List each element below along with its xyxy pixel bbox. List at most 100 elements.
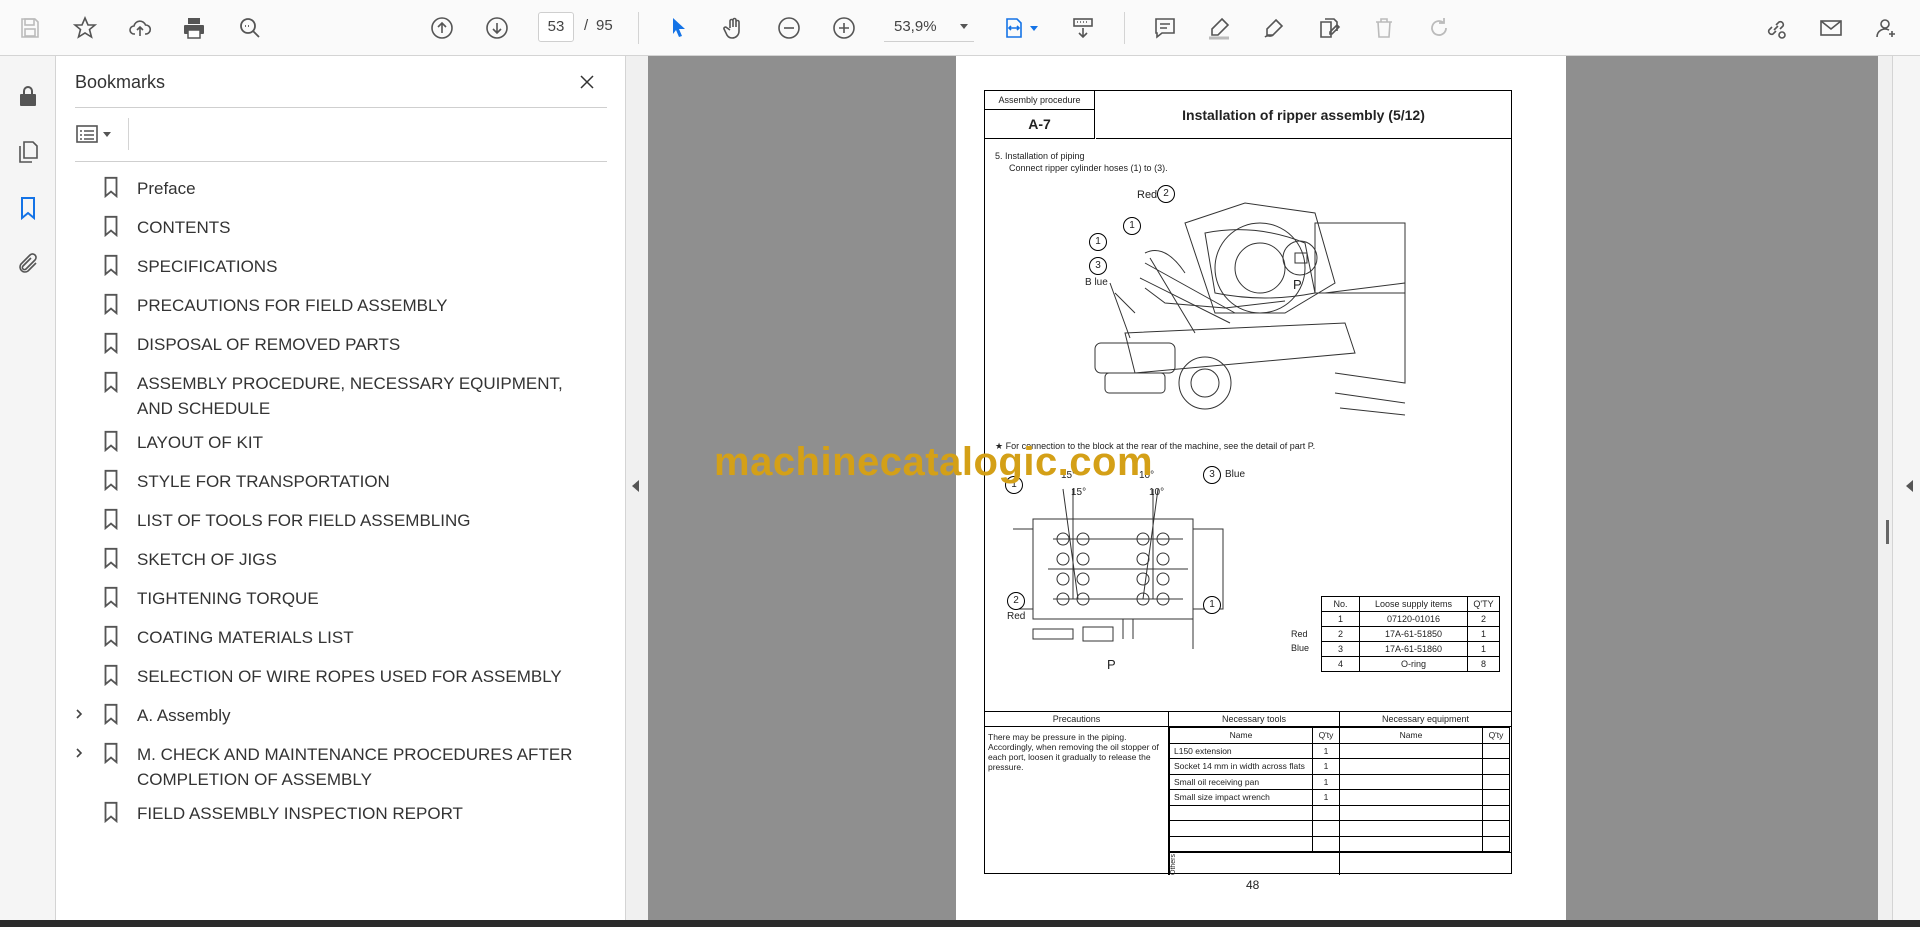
callout-2: 2 xyxy=(1007,592,1025,610)
vertical-scrollbar[interactable] xyxy=(1878,56,1892,920)
bookmark-icon xyxy=(100,664,122,687)
bookmark-label: STYLE FOR TRANSPORTATION xyxy=(137,472,390,491)
figure-label-blue: Blue xyxy=(1225,469,1246,480)
draw-signature-icon[interactable] xyxy=(1256,10,1292,46)
callout-3: 3 xyxy=(1203,466,1221,484)
header-procedure-cell: Assembly procedure A-7 xyxy=(985,91,1095,139)
list-options-icon xyxy=(76,125,98,143)
figure-label-p: P xyxy=(1293,277,1302,292)
bookmark-item[interactable]: LAYOUT OF KIT xyxy=(56,421,626,460)
page-separator: / xyxy=(584,17,589,34)
table-cell: 17A-61-51860 xyxy=(1359,641,1468,657)
attachment-icon[interactable] xyxy=(10,246,46,282)
highlighter-icon[interactable] xyxy=(1201,10,1237,46)
redo-icon[interactable] xyxy=(1421,10,1457,46)
collapse-left-panel-icon[interactable] xyxy=(632,480,639,492)
table-header-row: Name Q'ty Name Q'ty xyxy=(1169,727,1510,744)
bookmarks-panel: Bookmarks Preface CONTENTS SPECIFICATIONS P… xyxy=(56,56,626,920)
hand-tool-icon[interactable] xyxy=(716,10,752,46)
page-thumbnails-icon[interactable] xyxy=(10,134,46,170)
bookmark-label: LIST OF TOOLS FOR FIELD ASSEMBLING xyxy=(137,511,471,530)
bookmark-item[interactable]: SELECTION OF WIRE ROPES USED FOR ASSEMBL… xyxy=(56,655,626,694)
bookmark-item[interactable]: COATING MATERIALS LIST xyxy=(56,616,626,655)
callout-1: 1 xyxy=(1089,233,1107,251)
bookmark-item[interactable]: Preface xyxy=(56,167,626,206)
close-icon[interactable] xyxy=(573,68,601,96)
table-row: 2 17A-61-51850 1 xyxy=(1321,626,1500,642)
table-cell: 1 xyxy=(1312,789,1340,806)
chevron-right-icon[interactable] xyxy=(68,742,90,764)
bookmark-icon xyxy=(100,801,122,824)
figure-label-red: Red xyxy=(1007,611,1026,622)
bookmark-options-button[interactable] xyxy=(75,120,119,148)
print-icon[interactable] xyxy=(176,10,212,46)
edit-document-icon[interactable] xyxy=(1311,10,1347,46)
select-cursor-icon[interactable] xyxy=(661,10,697,46)
zoom-in-icon[interactable] xyxy=(826,10,862,46)
header-title: Installation of ripper assembly (5/12) xyxy=(1096,91,1511,139)
zoom-out-icon[interactable] xyxy=(771,10,807,46)
bookmark-item[interactable]: A. Assembly xyxy=(56,694,626,733)
delete-icon[interactable] xyxy=(1366,10,1402,46)
bookmark-item[interactable]: CONTENTS xyxy=(56,206,626,245)
fit-page-icon[interactable] xyxy=(996,10,1044,46)
star-icon[interactable] xyxy=(67,10,103,46)
previous-page-icon[interactable] xyxy=(424,10,460,46)
bookmark-item[interactable]: DISPOSAL OF REMOVED PARTS xyxy=(56,323,626,362)
angle-label: 15° xyxy=(1071,487,1087,498)
save-icon[interactable] xyxy=(12,10,48,46)
page-number-input[interactable]: 53 xyxy=(538,12,574,42)
table-header: Loose supply items xyxy=(1359,596,1468,612)
bookmark-item[interactable]: SKETCH OF JIGS xyxy=(56,538,626,577)
table-cell xyxy=(1482,773,1510,790)
table-cell xyxy=(1482,804,1510,821)
table-cell xyxy=(1339,820,1483,837)
upload-cloud-icon[interactable] xyxy=(122,10,158,46)
bookmark-icon xyxy=(100,469,122,492)
bookmark-item[interactable]: LIST OF TOOLS FOR FIELD ASSEMBLING xyxy=(56,499,626,538)
bookmark-item[interactable]: SPECIFICATIONS xyxy=(56,245,626,284)
bookmark-item[interactable]: ASSEMBLY PROCEDURE, NECESSARY EQUIPMENT,… xyxy=(56,362,626,421)
chevron-right-icon[interactable] xyxy=(68,703,90,725)
bookmark-item[interactable]: FIELD ASSEMBLY INSPECTION REPORT xyxy=(56,792,626,831)
comment-icon[interactable] xyxy=(1147,10,1183,46)
bookmark-label: Preface xyxy=(137,179,196,198)
email-icon[interactable] xyxy=(1813,10,1849,46)
scrollbar-thumb[interactable] xyxy=(1886,520,1889,544)
table-row xyxy=(1169,804,1510,821)
callout-1: 1 xyxy=(1203,596,1221,614)
bookmark-label: ASSEMBLY PROCEDURE, NECESSARY EQUIPMENT,… xyxy=(137,374,563,418)
figure-label-p: P xyxy=(1107,657,1116,672)
chevron-down-icon xyxy=(960,24,968,29)
table-row: Socket 14 mm in width across flats 1 xyxy=(1169,758,1510,775)
scroll-mode-icon[interactable] xyxy=(1065,10,1101,46)
share-link-icon[interactable] xyxy=(1758,10,1794,46)
bookmark-icon xyxy=(100,430,122,453)
expand-right-panel-icon[interactable] xyxy=(1906,480,1913,492)
bookmark-item[interactable]: M. CHECK AND MAINTENANCE PROCEDURES AFTE… xyxy=(56,733,626,792)
bookmark-icon xyxy=(100,215,122,238)
lock-icon[interactable] xyxy=(10,78,46,114)
table-cell: 2 xyxy=(1321,626,1360,642)
table-cell xyxy=(1312,804,1340,821)
next-page-icon[interactable] xyxy=(479,10,515,46)
bookmark-icon xyxy=(100,586,122,609)
table-cell: O-ring xyxy=(1359,656,1468,672)
add-user-icon[interactable] xyxy=(1868,10,1904,46)
bookmark-panel-icon[interactable] xyxy=(10,190,46,226)
find-zoom-icon[interactable] xyxy=(232,10,268,46)
callout-2: 2 xyxy=(1157,185,1175,203)
table-cell xyxy=(1312,820,1340,837)
bookmark-item[interactable]: TIGHTENING TORQUE xyxy=(56,577,626,616)
bookmark-item[interactable]: STYLE FOR TRANSPORTATION xyxy=(56,460,626,499)
table-cell xyxy=(1482,789,1510,806)
total-pages: 95 xyxy=(596,17,613,34)
divider xyxy=(75,107,607,108)
toolbar-divider xyxy=(1124,12,1125,44)
header-code: A-7 xyxy=(1028,116,1051,132)
table-header: Q'ty xyxy=(1482,727,1510,744)
bookmark-item[interactable]: PRECAUTIONS FOR FIELD ASSEMBLY xyxy=(56,284,626,323)
zoom-level-select[interactable]: 53,9% xyxy=(884,12,974,42)
